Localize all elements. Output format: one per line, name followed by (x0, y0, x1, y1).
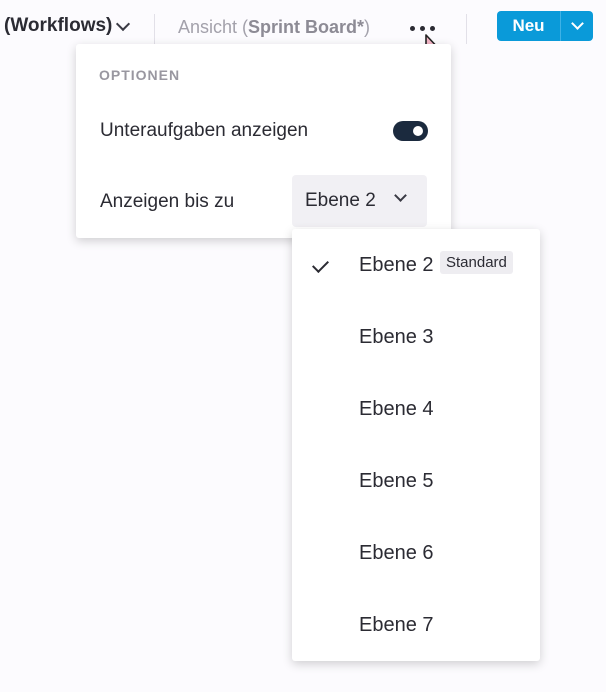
chevron-down-icon (116, 16, 131, 31)
show-subtasks-toggle[interactable] (393, 121, 428, 141)
level-option-label: Ebene 5 (359, 470, 434, 492)
view-prefix: Ansicht ( (178, 17, 249, 37)
divider (466, 14, 467, 44)
workflows-dropdown[interactable]: (Workflows) (4, 15, 131, 37)
new-dropdown-button[interactable] (561, 11, 593, 41)
level-select[interactable]: Ebene 2 (292, 175, 427, 227)
level-option[interactable]: Ebene 6 (292, 517, 540, 589)
view-selector[interactable]: Ansicht (Sprint Board*) (178, 17, 370, 38)
options-menu: OPTIONEN Unteraufgaben anzeigen Anzeigen… (76, 44, 451, 238)
chevron-down-icon (570, 17, 584, 30)
show-up-to-label: Anzeigen bis zu (100, 191, 235, 212)
level-option[interactable]: Ebene 7 (292, 589, 540, 661)
level-option-label: Ebene 2 (359, 254, 434, 276)
default-badge: Standard (440, 251, 513, 274)
workflows-label: (Workflows) (4, 15, 113, 36)
chevron-down-icon (394, 189, 407, 202)
level-option[interactable]: Ebene 2 Standard (292, 229, 540, 301)
new-button-group: Neu (497, 11, 593, 41)
checkmark-icon (312, 256, 329, 273)
level-option-label: Ebene 3 (359, 326, 434, 348)
level-dropdown: Ebene 2 Standard Ebene 3 Ebene 4 Ebene 5… (292, 229, 540, 661)
level-option-label: Ebene 7 (359, 614, 434, 636)
view-name: Sprint Board* (248, 17, 365, 37)
level-option[interactable]: Ebene 3 (292, 301, 540, 373)
divider (154, 14, 155, 44)
level-option[interactable]: Ebene 5 (292, 445, 540, 517)
level-option[interactable]: Ebene 4 (292, 373, 540, 445)
level-option-label: Ebene 4 (359, 398, 434, 420)
show-subtasks-label: Unteraufgaben anzeigen (100, 120, 309, 141)
level-select-value: Ebene 2 (305, 190, 376, 211)
view-suffix: ) (364, 17, 371, 37)
new-button[interactable]: Neu (497, 11, 561, 41)
level-option-label: Ebene 6 (359, 542, 434, 564)
options-heading: OPTIONEN (99, 67, 181, 83)
